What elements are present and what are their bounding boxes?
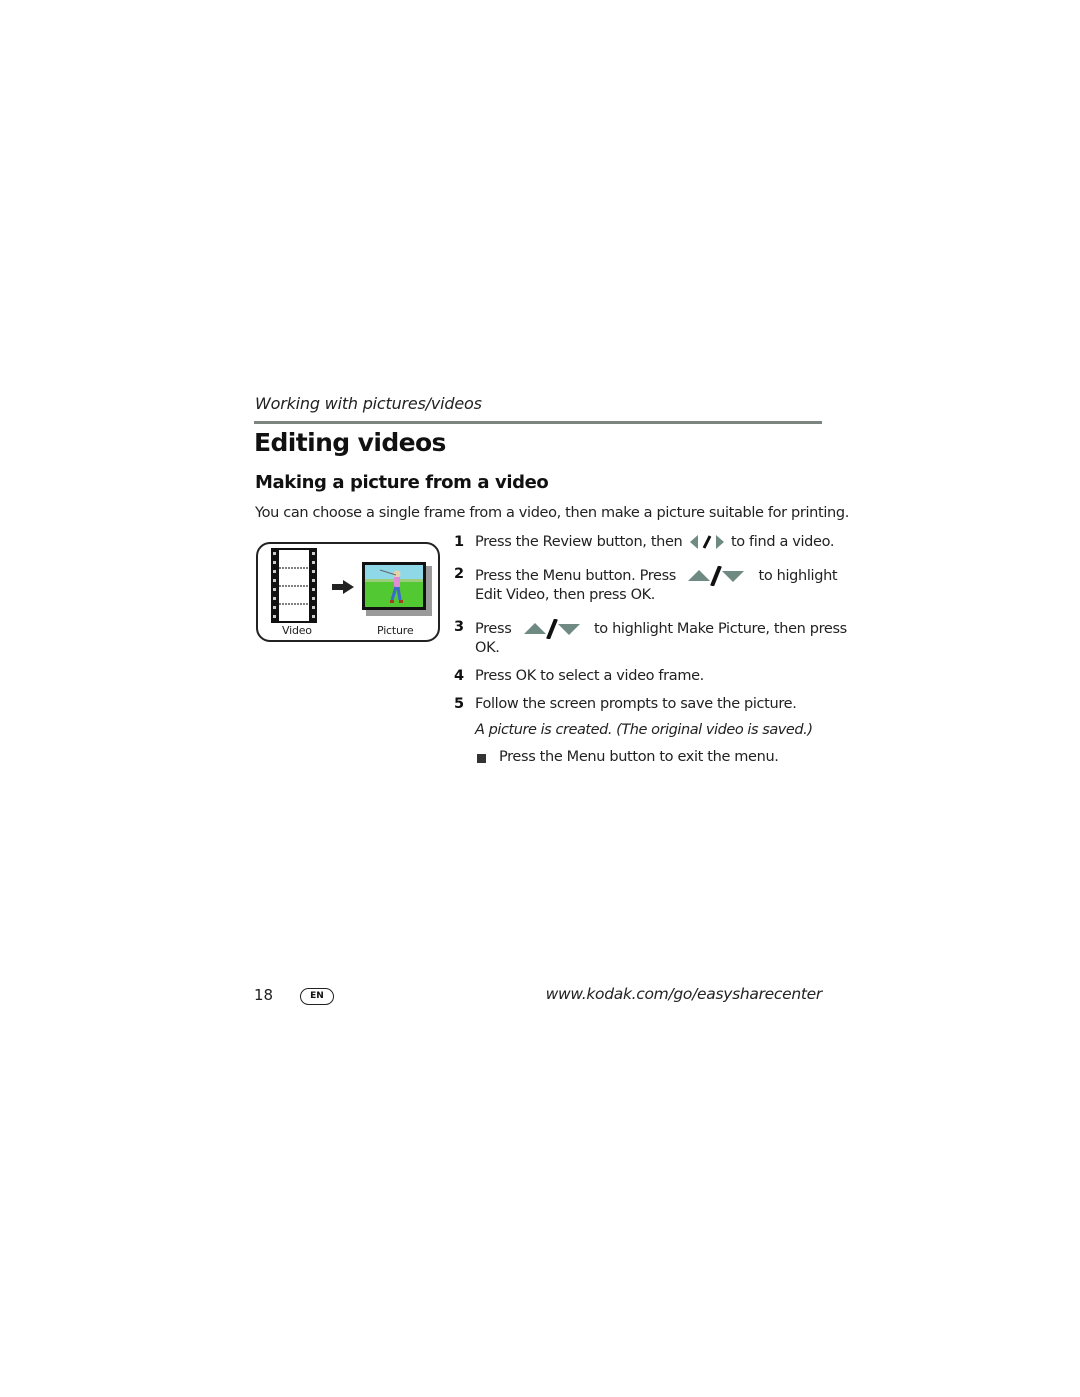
up-down-arrows-icon — [688, 566, 745, 586]
step-text: Press — [475, 621, 512, 637]
section-header: Working with pictures/videos — [255, 394, 482, 413]
up-down-arrows-icon — [523, 619, 580, 639]
step-text-after: to find a video. — [730, 534, 835, 550]
bullet-text: Press the Menu button to exit the menu. — [499, 749, 779, 765]
step-2: 2 Press the Menu button. Press to highli… — [0, 566, 1080, 610]
language-badge: EN — [300, 988, 334, 1005]
step-1: 1 Press the Review button, then to find … — [0, 534, 1080, 556]
step-number: 5 — [454, 696, 464, 712]
step-text-after: to highlight — [758, 568, 838, 584]
section-subtitle: Making a picture from a video — [255, 472, 549, 493]
footer-url-link[interactable]: www.kodak.com/go/easysharecenter — [540, 985, 823, 1003]
page-title: Editing videos — [254, 428, 446, 457]
step-number: 4 — [454, 668, 464, 684]
intro-paragraph: You can choose a single frame from a vid… — [255, 505, 849, 521]
step-number: 1 — [454, 534, 464, 550]
header-rule — [254, 421, 822, 424]
step-text-after: to highlight Make Picture, then press — [593, 621, 847, 637]
result-note: A picture is created. (The original vide… — [475, 722, 813, 738]
step-text: Follow the screen prompts to save the pi… — [475, 696, 797, 712]
step-3: 3 Press to highlight Make Picture, then … — [0, 619, 1080, 663]
step-4: 4 Press OK to select a video frame. — [0, 668, 1080, 690]
step-number: 2 — [454, 566, 464, 582]
step-text: Press OK to select a video frame. — [475, 668, 704, 684]
step-text: Press the Review button, then — [475, 534, 683, 550]
step-text-line2: Edit Video, then press OK. — [475, 587, 656, 603]
page-number: 18 — [254, 986, 274, 1004]
left-right-arrows-icon — [689, 535, 724, 549]
step-5: 5 Follow the screen prompts to save the … — [0, 696, 1080, 718]
bullet-square-icon — [477, 754, 486, 763]
step-text: Press the Menu button. Press — [475, 568, 677, 584]
step-text-line2: OK. — [475, 640, 500, 656]
step-number: 3 — [454, 619, 464, 635]
